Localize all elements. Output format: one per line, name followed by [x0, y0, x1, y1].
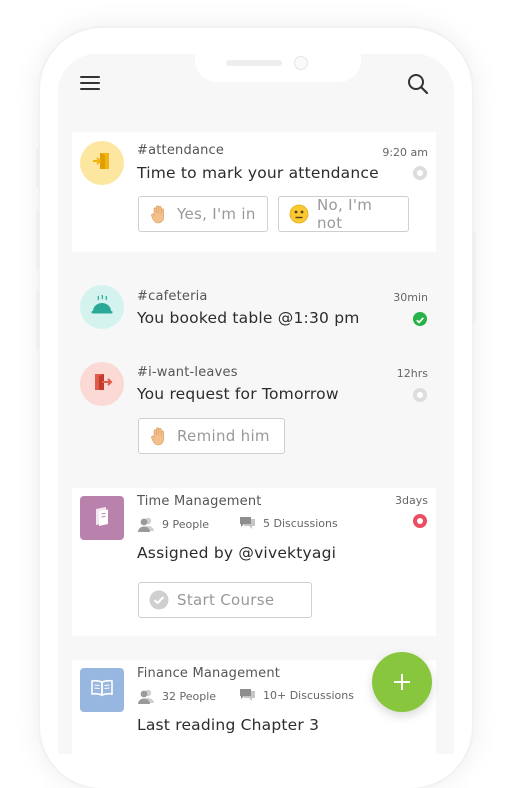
- attendance-status-dot: [413, 166, 427, 180]
- discussion-icon: [240, 689, 255, 701]
- door-exit-icon: [91, 371, 113, 397]
- attendance-avatar: [80, 141, 124, 185]
- cafeteria-time: 30min: [393, 291, 428, 304]
- cloche-icon: [90, 294, 114, 320]
- finance-management-discussions: 10+ Discussions: [239, 688, 354, 703]
- raised-hand-icon: [149, 204, 169, 224]
- time-management-discussion-count: 5 Discussions: [263, 517, 338, 530]
- time-management-card: Time Management 3days 9 People 5 Discuss…: [72, 488, 436, 636]
- phone-side-button: [36, 210, 40, 270]
- discussion-icon: [240, 517, 255, 529]
- attendance-title: Time to mark your attendance: [137, 164, 379, 182]
- plus-icon: [394, 674, 410, 690]
- finance-management-people: 32 People: [137, 688, 216, 704]
- raised-hand-icon: [149, 426, 169, 446]
- add-fab-button[interactable]: [372, 652, 432, 712]
- phone-side-button: [36, 148, 40, 188]
- check-circle-icon: [149, 590, 169, 610]
- time-management-status-dot: [413, 514, 427, 528]
- time-management-name: Time Management: [137, 494, 262, 509]
- door-enter-icon: [91, 150, 113, 176]
- phone-side-button: [472, 232, 476, 322]
- book-icon: [91, 504, 113, 532]
- time-management-thumbnail: [80, 496, 124, 540]
- people-icon: [138, 517, 154, 532]
- open-book-icon: [90, 679, 114, 701]
- start-course-button[interactable]: Start Course: [138, 582, 312, 618]
- leaves-channel: #i-want-leaves: [137, 365, 238, 380]
- search-icon[interactable]: [406, 72, 430, 96]
- attendance-card: #attendance 9:20 am Time to mark your at…: [72, 132, 436, 252]
- remind-him-label: Remind him: [177, 427, 270, 445]
- phone-notch: [195, 54, 361, 82]
- cafeteria-avatar: [80, 285, 124, 329]
- time-management-time: 3days: [395, 494, 428, 507]
- remind-him-button[interactable]: Remind him: [138, 418, 285, 454]
- leaves-time: 12hrs: [396, 367, 428, 380]
- time-management-discussions: 5 Discussions: [239, 516, 338, 531]
- time-management-people-count: 9 People: [162, 517, 210, 531]
- attendance-time: 9:20 am: [382, 146, 428, 159]
- cafeteria-confirmed-icon: [413, 312, 427, 326]
- phone-speaker: [226, 60, 282, 66]
- time-management-assigned: Assigned by @vivektyagi: [137, 544, 337, 562]
- leaves-avatar: [80, 362, 124, 406]
- finance-management-name: Finance Management: [137, 666, 281, 681]
- leaves-item: #i-want-leaves 12hrs You request for Tom…: [72, 360, 436, 460]
- people-icon: [138, 689, 154, 704]
- attendance-no-label: No, I'm not: [317, 196, 373, 232]
- finance-management-thumbnail: [80, 668, 124, 712]
- attendance-channel: #attendance: [137, 143, 225, 158]
- cafeteria-item[interactable]: #cafeteria 30min You booked table @1:30 …: [72, 284, 436, 334]
- finance-management-people-count: 32 People: [162, 689, 217, 703]
- time-management-people: 9 People: [137, 516, 209, 532]
- phone-camera: [294, 56, 308, 70]
- start-course-label: Start Course: [177, 591, 275, 609]
- cafeteria-title: You booked table @1:30 pm: [137, 309, 360, 327]
- finance-management-reading: Last reading Chapter 3: [137, 716, 320, 734]
- finance-management-discussion-count: 10+ Discussions: [263, 689, 354, 702]
- leaves-title: You request for Tomorrow: [137, 385, 339, 403]
- cafeteria-channel: #cafeteria: [137, 289, 208, 304]
- neutral-face-icon: [289, 204, 309, 224]
- phone-side-button: [36, 290, 40, 350]
- attendance-no-button[interactable]: No, I'm not: [278, 196, 409, 232]
- leaves-status-dot: [413, 388, 427, 402]
- attendance-yes-button[interactable]: Yes, I'm in: [138, 196, 268, 232]
- attendance-yes-label: Yes, I'm in: [177, 205, 256, 223]
- hamburger-icon[interactable]: [80, 76, 100, 90]
